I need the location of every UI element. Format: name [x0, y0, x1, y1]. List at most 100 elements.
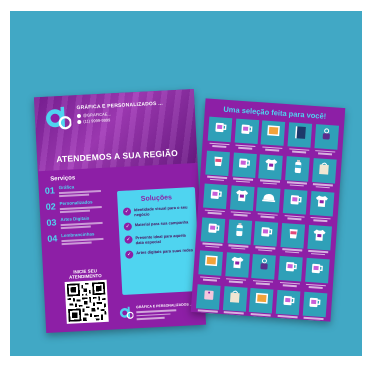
qr-section: INICIE SEU ATENDIMENTO — [59, 268, 114, 331]
product-photo — [249, 287, 274, 314]
back-flyer: Uma seleção feita para você! — [190, 98, 346, 322]
product-caption-line — [308, 286, 323, 289]
product-caption-line — [238, 146, 253, 150]
footer-line — [136, 313, 171, 317]
shirt-icon — [234, 188, 250, 209]
product-caption-line — [260, 215, 275, 218]
product-photo — [261, 120, 286, 146]
bottle-icon — [234, 221, 245, 242]
product-photo — [207, 116, 233, 143]
product-card — [282, 189, 308, 220]
mockup-background: GRÁFICA E PERSONALIZADOS ... @GRAFICAE..… — [10, 11, 362, 356]
product-card — [260, 120, 286, 152]
product-caption-line — [229, 280, 244, 283]
service-item: 04 Lembrancinhas — [47, 230, 116, 246]
product-grid — [196, 116, 339, 322]
product-photo — [203, 183, 228, 210]
check-icon: ✓ — [122, 207, 132, 216]
product-card — [227, 218, 253, 250]
product-photo — [227, 218, 253, 245]
service-description-line — [61, 241, 92, 246]
product-photo — [311, 157, 337, 184]
product-card — [313, 124, 339, 155]
product-caption-line — [289, 183, 304, 187]
solutions-title: Soluções — [140, 194, 173, 203]
product-photo — [314, 124, 339, 150]
product-caption-line — [212, 144, 227, 148]
product-caption-line — [236, 180, 251, 183]
solution-item: ✓ Artes digitais para suas redes — [120, 247, 198, 259]
mug-icon — [288, 192, 303, 212]
product-card — [258, 153, 284, 185]
contact-phone: (11) 9999-9999 — [83, 117, 111, 124]
product-card — [229, 185, 255, 217]
product-caption-line — [207, 211, 222, 215]
product-card — [196, 283, 222, 315]
frame-icon — [203, 253, 219, 273]
tag-icon — [201, 287, 216, 307]
mug-icon — [239, 121, 254, 141]
notebook-icon — [292, 125, 307, 146]
product-photo — [198, 250, 224, 276]
product-caption-line — [318, 152, 333, 155]
product-photo — [205, 150, 231, 176]
keychain-icon — [319, 127, 334, 147]
brand-logo-icon — [44, 103, 72, 132]
product-caption-line — [202, 278, 217, 282]
shirt-icon — [314, 193, 330, 214]
bag-icon — [227, 288, 242, 309]
product-card — [278, 255, 304, 287]
shirt-icon — [263, 156, 279, 177]
product-photo — [258, 153, 284, 180]
product-caption-line — [282, 284, 297, 287]
mug-icon — [213, 120, 228, 140]
product-card — [200, 216, 226, 248]
solution-text: Presente ideal para aquela data especial — [135, 232, 186, 246]
service-item: 02 Personalizados — [45, 198, 114, 214]
shirt-icon — [229, 255, 245, 276]
service-item: 03 Artes Digitais — [46, 214, 115, 230]
product-card — [249, 287, 275, 319]
solution-text: Artes digitais para suas redes — [136, 247, 194, 256]
product-photo — [302, 291, 328, 317]
qr-code-icon — [64, 279, 109, 324]
product-caption-line — [262, 182, 277, 185]
product-card — [304, 257, 330, 289]
frame-icon — [265, 123, 281, 143]
product-card — [302, 291, 328, 322]
product-card — [232, 151, 258, 183]
services-list: Serviços 01 Gráfica 02 Personalizados 03… — [44, 173, 117, 272]
solution-item: ✓ Presente ideal para aquela data especi… — [119, 232, 197, 246]
product-photo — [232, 151, 257, 178]
product-card — [198, 250, 224, 282]
mug-icon — [206, 220, 221, 240]
product-caption-line — [287, 217, 302, 220]
mug-icon — [237, 155, 252, 175]
solution-item: ✓ Material para sua campanha — [119, 219, 197, 231]
product-photo — [229, 185, 255, 211]
product-photo — [285, 155, 310, 182]
product-photo — [254, 220, 279, 247]
cup-icon — [285, 225, 300, 245]
product-card — [287, 122, 313, 153]
bag-icon — [316, 160, 331, 181]
solutions-panel: Soluções ✓ Identidade visual para o seu … — [116, 187, 201, 295]
front-flyer: GRÁFICA E PERSONALIZADOS ... @GRAFICAE..… — [33, 88, 207, 334]
product-photo — [304, 257, 330, 284]
product-card — [224, 252, 250, 283]
product-caption-line — [231, 247, 246, 250]
qr-title: INICIE SEU ATENDIMENTO — [68, 268, 102, 280]
service-number: 04 — [47, 233, 58, 244]
product-caption-line — [233, 213, 249, 217]
keychain-icon — [256, 257, 271, 277]
footer-brand: GRÁFICA E PERSONALIZADOS ... — [135, 302, 193, 310]
mug-icon — [281, 292, 296, 312]
product-card — [222, 285, 248, 317]
mug-icon — [307, 294, 322, 314]
instagram-icon — [76, 113, 82, 119]
product-caption-line — [306, 319, 321, 322]
product-caption-line — [258, 248, 273, 252]
product-card — [253, 220, 279, 252]
product-caption-line — [291, 150, 306, 153]
product-caption-line — [255, 282, 270, 285]
